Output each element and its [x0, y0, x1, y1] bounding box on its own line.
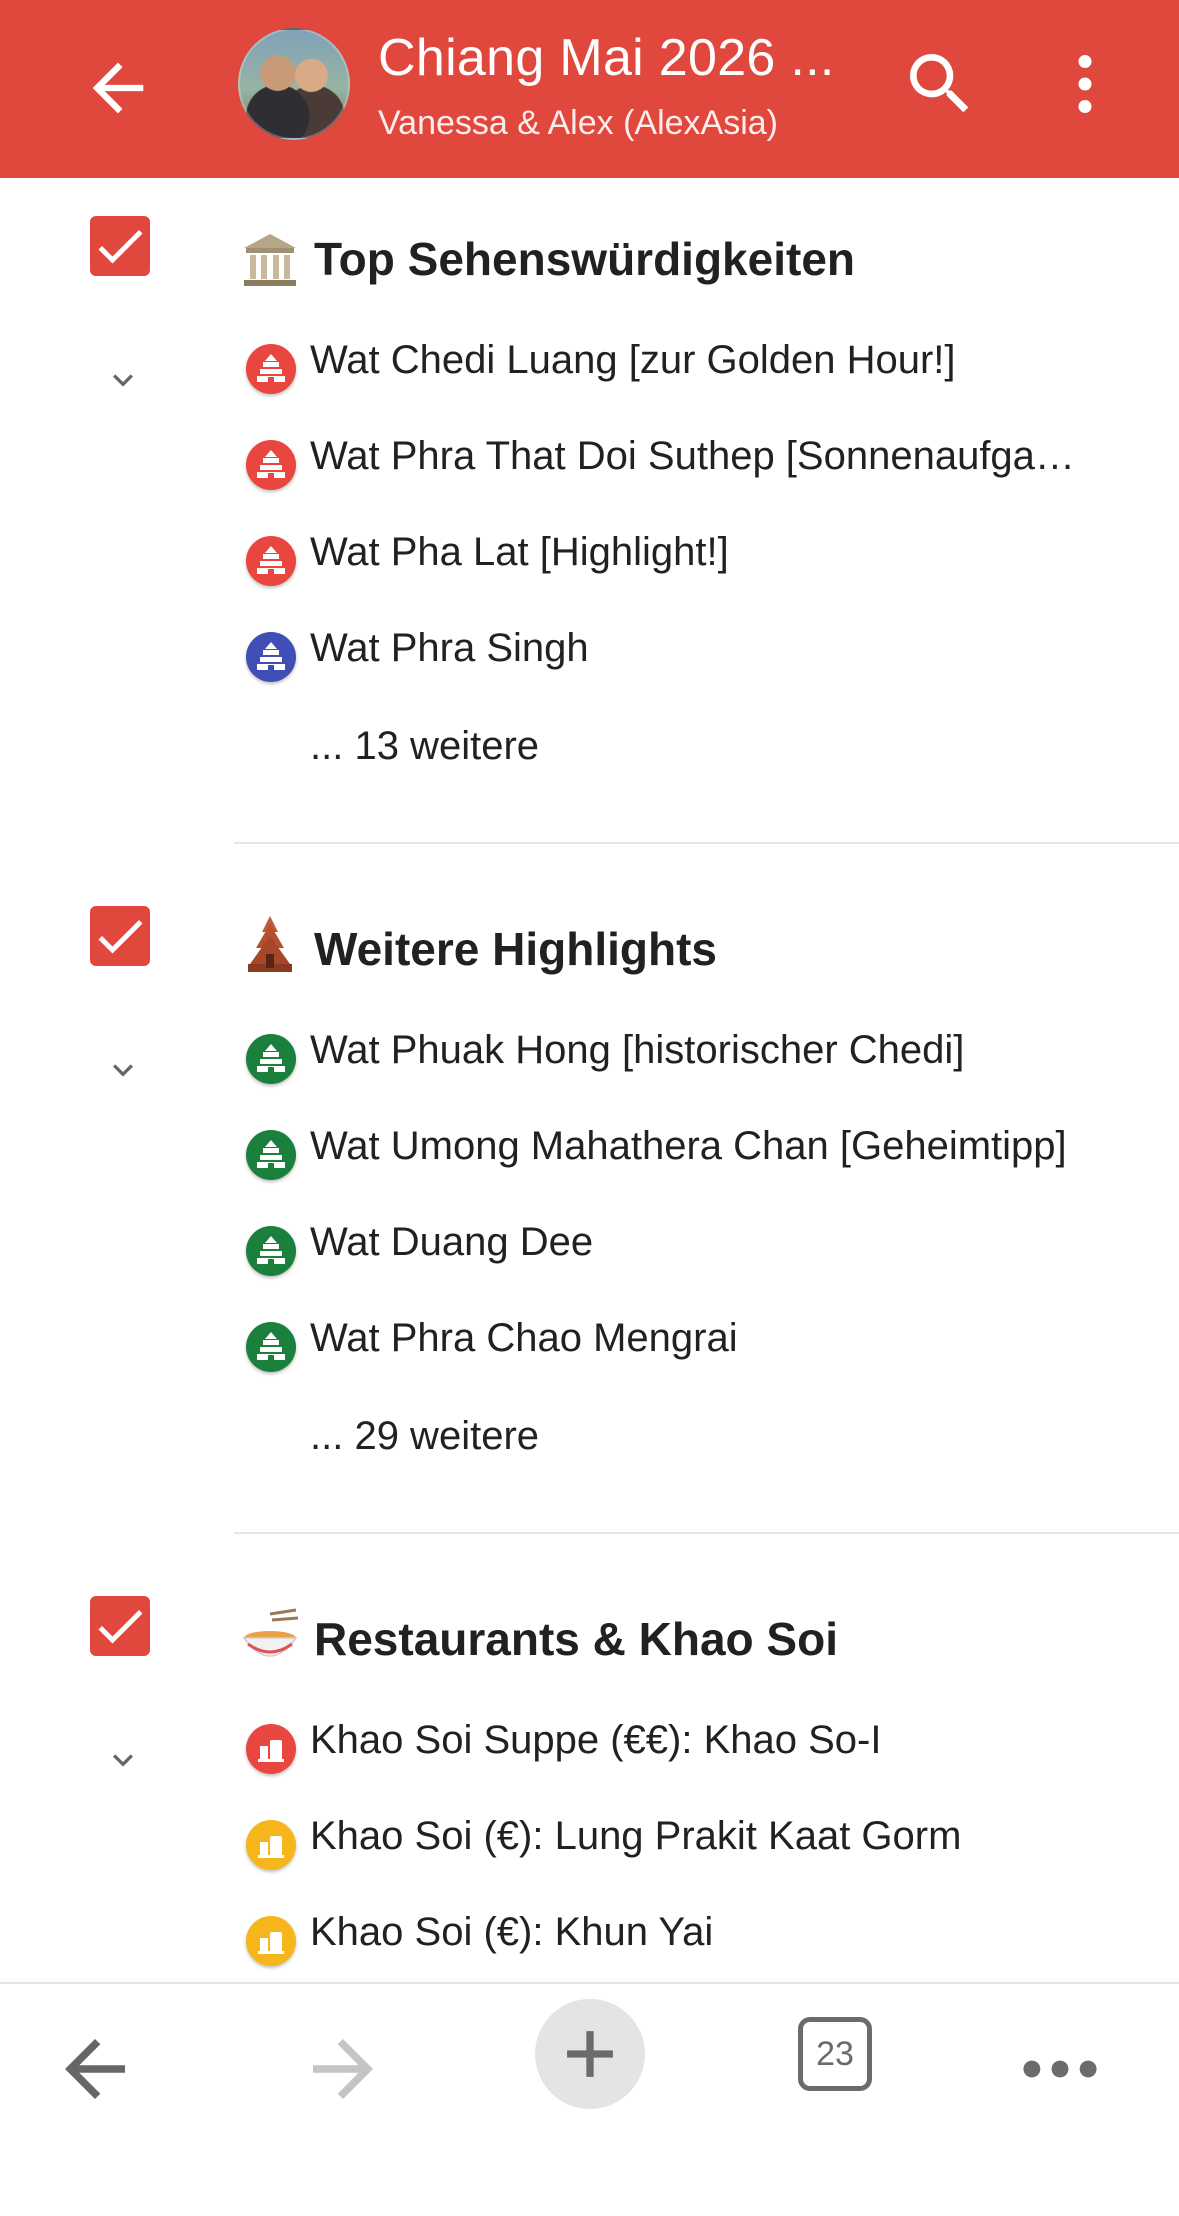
temple-icon	[246, 1130, 296, 1180]
section-title: Top Sehenswürdigkeiten	[314, 233, 855, 285]
temple-icon	[246, 440, 296, 490]
chevron-down-icon[interactable]	[103, 1050, 143, 1090]
bottom-navigation: 23	[0, 1982, 1179, 2216]
arrow-left-icon[interactable]	[80, 50, 156, 126]
temple-icon	[246, 1034, 296, 1084]
section-checkbox[interactable]	[90, 216, 150, 276]
list-item[interactable]: Wat Phra Singh	[246, 624, 1146, 684]
forward-arrow-icon[interactable]	[298, 2024, 388, 2114]
temple-icon	[246, 1322, 296, 1372]
list-item-label: Wat Phra That Doi Suthep [Sonnenaufga…	[310, 434, 1075, 478]
list-item-label: Wat Chedi Luang [zur Golden Hour!]	[310, 338, 956, 382]
temple-icon	[246, 1226, 296, 1276]
temple-icon	[246, 344, 296, 394]
list-item-label: Khao Soi (€): Khun Yai	[310, 1910, 714, 1954]
check-icon	[98, 230, 143, 264]
noodle-bowl-icon	[242, 1608, 299, 1657]
chevron-down-icon[interactable]	[103, 360, 143, 400]
list-item-label: Wat Phra Chao Mengrai	[310, 1316, 738, 1360]
divider	[234, 1532, 1179, 1534]
page-subtitle: Vanessa & Alex (AlexAsia)	[378, 104, 778, 142]
section-title: Weitere Highlights	[314, 923, 717, 975]
list-item-label: Wat Umong Mahathera Chan [Geheimtipp]	[310, 1124, 1067, 1168]
avatar[interactable]	[238, 28, 350, 140]
check-icon	[98, 1610, 143, 1644]
check-icon	[98, 920, 143, 954]
list-item-label: Wat Duang Dee	[310, 1220, 594, 1264]
section-restaurants: Restaurants & Khao Soi Khao Soi Suppe (€…	[0, 1558, 1179, 1982]
list-item-label: Wat Pha Lat [Highlight!]	[310, 530, 729, 574]
list-item[interactable]: Wat Phuak Hong [historischer Chedi]	[246, 1026, 1146, 1086]
more-items-link[interactable]: ... 13 weitere	[310, 724, 539, 769]
add-button[interactable]	[535, 1999, 645, 2109]
list-item[interactable]: Khao Soi (€): Khun Yai	[246, 1908, 1146, 1968]
list-item[interactable]: Khao Soi Suppe (€€): Khao So-I	[246, 1716, 1146, 1776]
search-icon[interactable]	[900, 44, 980, 124]
back-arrow-icon[interactable]	[50, 2024, 140, 2114]
section-title: Restaurants & Khao Soi	[314, 1613, 838, 1665]
list-item[interactable]: Wat Phra That Doi Suthep [Sonnenaufga…	[246, 432, 1146, 492]
list-item-label: Wat Phra Singh	[310, 626, 589, 670]
more-vert-icon[interactable]	[1060, 44, 1110, 124]
add-icon	[567, 2031, 613, 2077]
tabs-icon[interactable]: 23	[798, 2017, 872, 2091]
temple-icon	[246, 632, 296, 682]
divider	[234, 842, 1179, 844]
more-horiz-icon[interactable]	[1015, 2039, 1105, 2099]
chevron-down-icon[interactable]	[103, 1740, 143, 1780]
list-item[interactable]: Wat Umong Mahathera Chan [Geheimtipp]	[246, 1122, 1146, 1182]
list-item-label: Khao Soi Suppe (€€): Khao So-I	[310, 1718, 882, 1762]
list-item[interactable]: Wat Pha Lat [Highlight!]	[246, 528, 1146, 588]
list-item[interactable]: Wat Chedi Luang [zur Golden Hour!]	[246, 336, 1146, 396]
list-item[interactable]: Khao Soi (€): Lung Prakit Kaat Gorm	[246, 1812, 1146, 1872]
hindu-temple-icon	[248, 916, 292, 972]
restaurant-icon	[246, 1916, 296, 1966]
section-top-sights: Top Sehenswürdigkeiten Wat Chedi Luang […	[0, 178, 1179, 848]
temple-icon	[246, 536, 296, 586]
more-items-link[interactable]: ... 29 weitere	[310, 1414, 539, 1459]
list-item-label: Wat Phuak Hong [historischer Chedi]	[310, 1028, 965, 1072]
restaurant-icon	[246, 1724, 296, 1774]
list-item-label: Khao Soi (€): Lung Prakit Kaat Gorm	[310, 1814, 962, 1858]
app-bar: Chiang Mai 2026 ... Vanessa & Alex (Alex…	[0, 0, 1179, 178]
restaurant-icon	[246, 1820, 296, 1870]
section-checkbox[interactable]	[90, 1596, 150, 1656]
section-checkbox[interactable]	[90, 906, 150, 966]
classical-building-icon	[244, 234, 296, 286]
section-more-highlights: Weitere Highlights Wat Phuak Hong [histo…	[0, 868, 1179, 1558]
page-title: Chiang Mai 2026 ...	[378, 29, 835, 87]
list-item[interactable]: Wat Phra Chao Mengrai	[246, 1314, 1146, 1374]
list-item[interactable]: Wat Duang Dee	[246, 1218, 1146, 1278]
